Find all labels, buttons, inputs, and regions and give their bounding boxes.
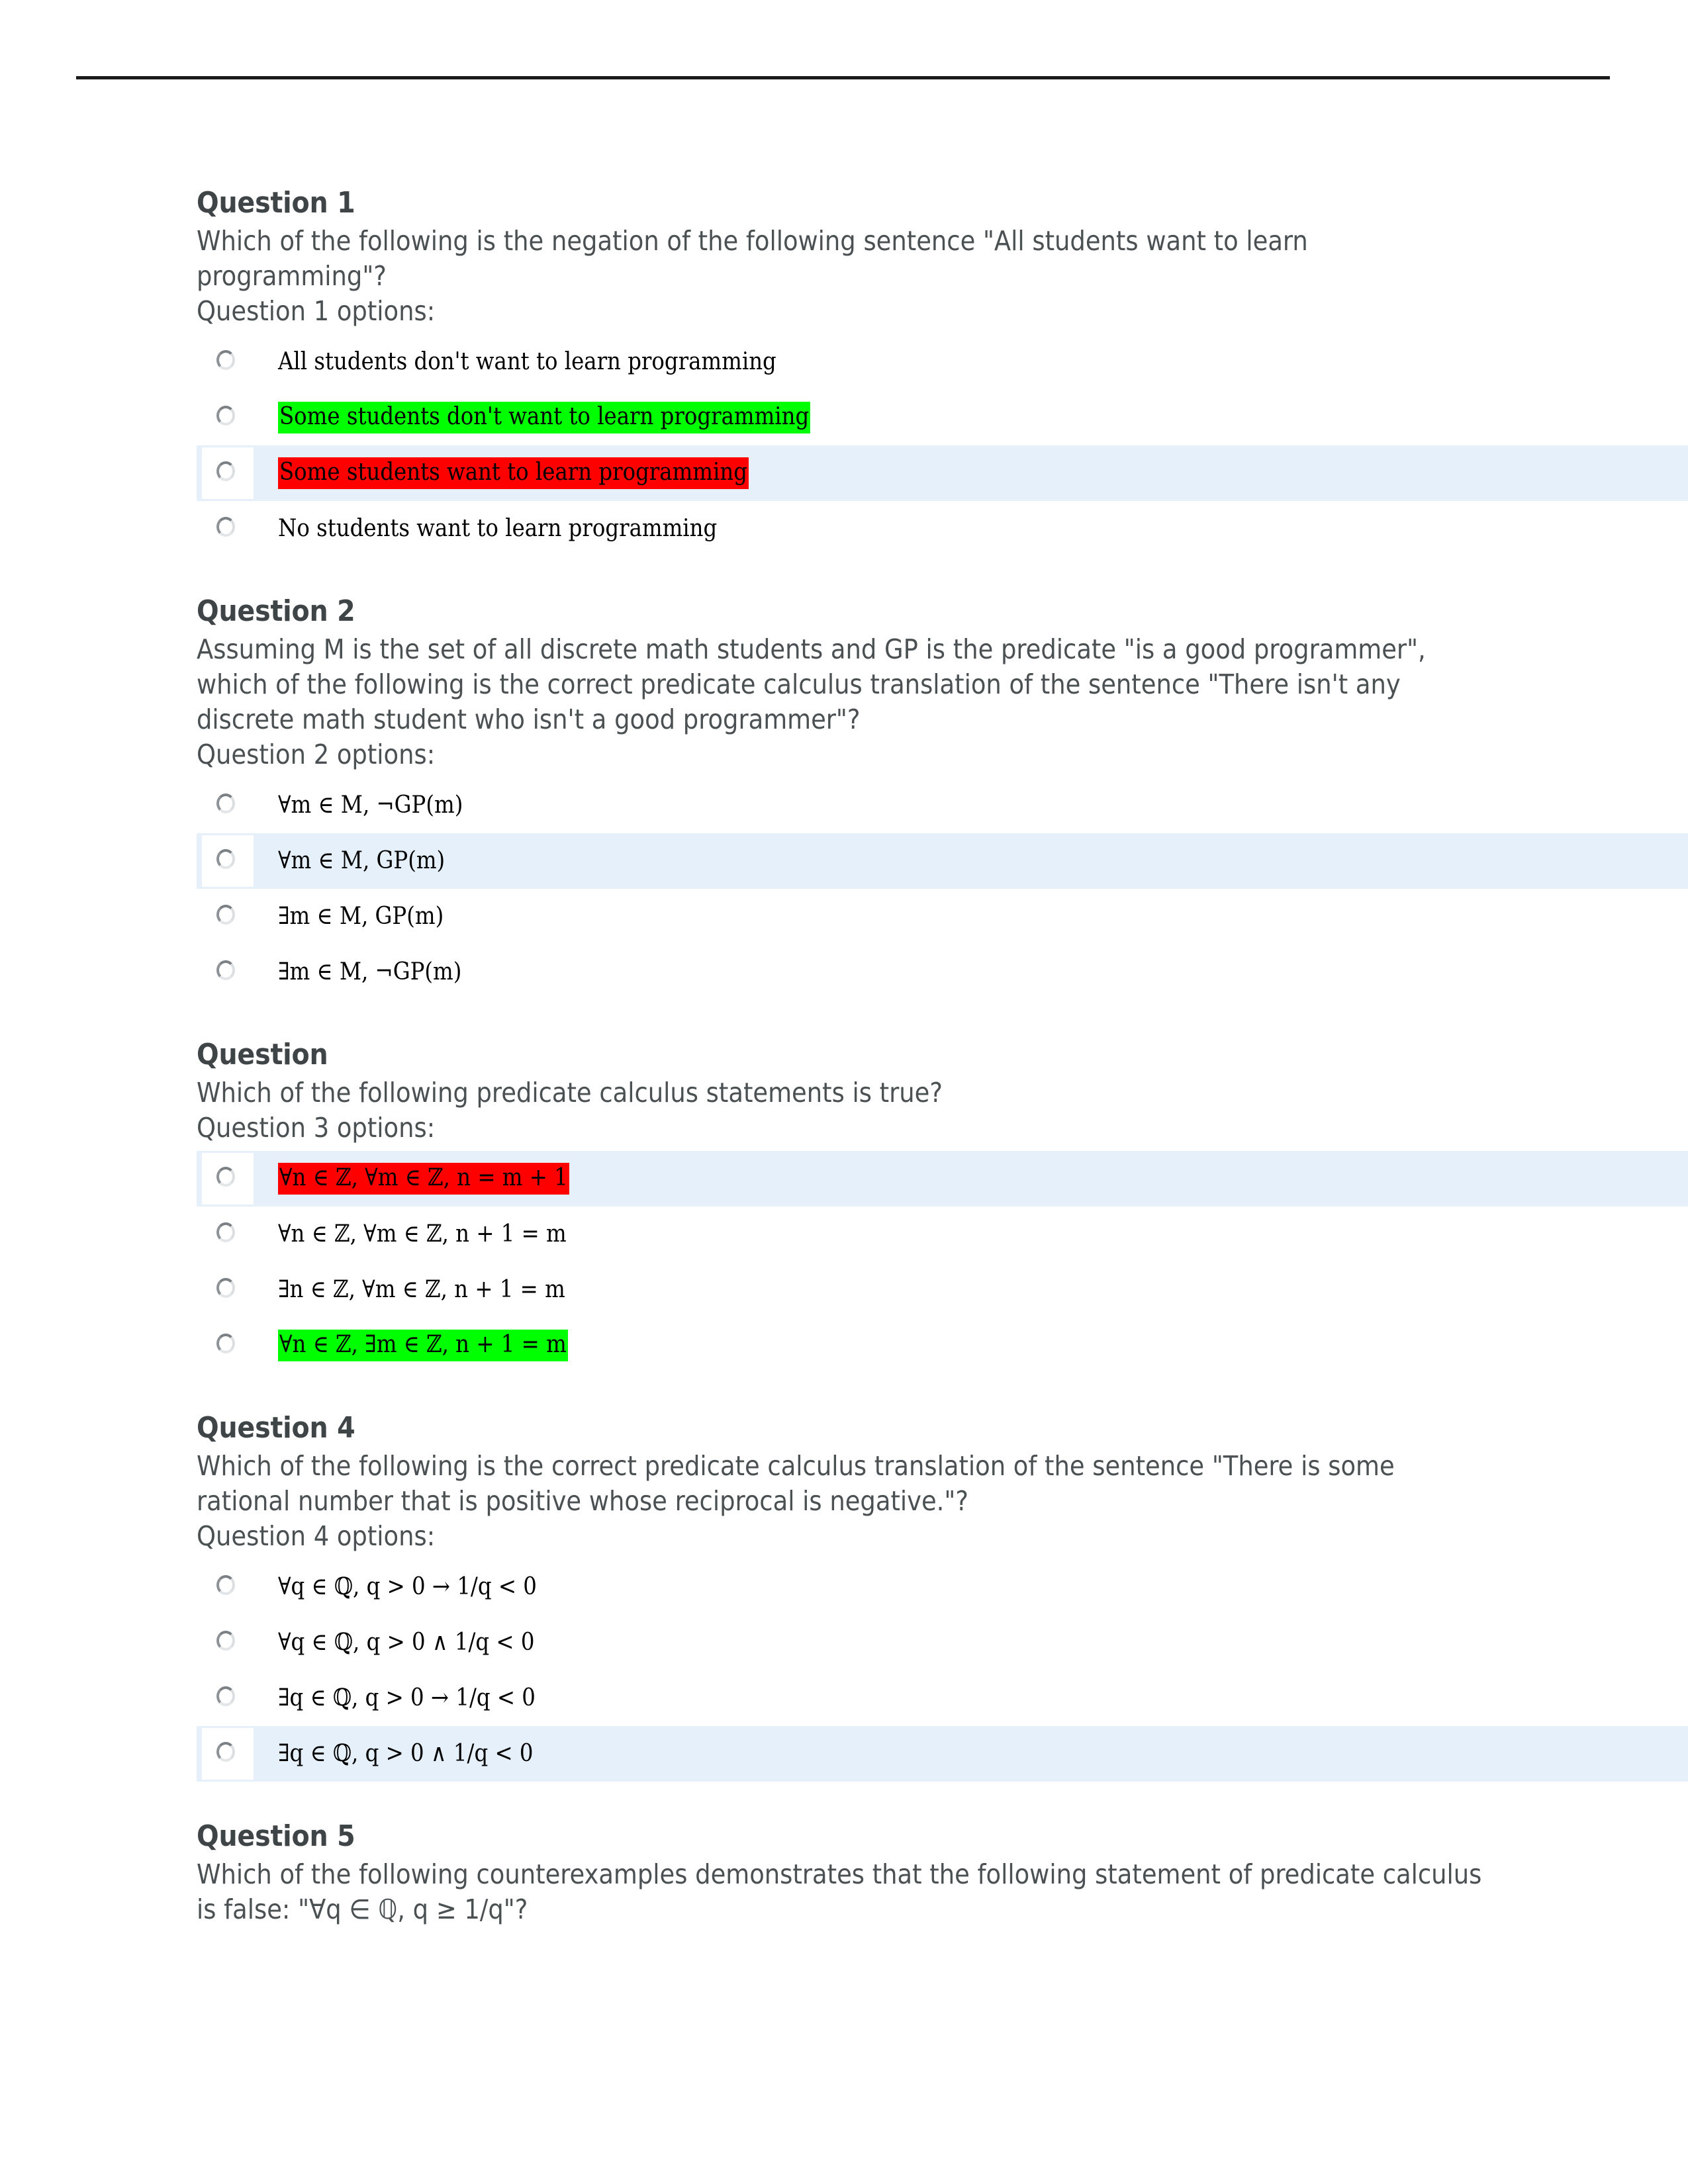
- radio-button-icon[interactable]: [216, 461, 235, 481]
- option-group: ∀q ∈ ℚ, q > 0 → 1/q < 0 ∀q ∈ ℚ, q > 0 ∧ 1…: [197, 1559, 1688, 1782]
- option-row[interactable]: ∃m ∈ M, ¬GP(m): [197, 944, 1688, 1000]
- question-block: Question 5 Which of the following counter…: [197, 1819, 1688, 1964]
- radio-button-icon[interactable]: [216, 1167, 235, 1187]
- option-label: ∃m ∈ M, GP(m): [278, 903, 444, 930]
- option-row[interactable]: ∀m ∈ M, GP(m): [197, 833, 1688, 889]
- option-label: ∃q ∈ ℚ, q > 0 → 1/q < 0: [278, 1684, 536, 1711]
- radio-button-icon[interactable]: [216, 849, 235, 869]
- question-options-label: Question 2 options:: [197, 739, 436, 770]
- radio-button-icon[interactable]: [216, 1278, 235, 1298]
- question-block: Question 2 Assuming M is the set of all d…: [197, 594, 1688, 1037]
- option-group: ∀m ∈ M, ¬GP(m) ∀m ∈ M, GP(m) ∃m ∈ M, GP(m)…: [197, 778, 1688, 1000]
- question-list: Question 1 Which of the following is the …: [197, 185, 1688, 1964]
- radio-button-icon[interactable]: [216, 406, 235, 426]
- option-label: ∀q ∈ ℚ, q > 0 ∧ 1/q < 0: [278, 1629, 535, 1656]
- question-title: Question: [197, 1038, 328, 1071]
- question-block: Question Which of the following predicate…: [197, 1037, 1688, 1410]
- question-text: Which of the following is the correct pr…: [197, 1450, 1395, 1517]
- radio-button-icon[interactable]: [216, 1222, 235, 1242]
- option-row[interactable]: Some students want to learn programming: [197, 445, 1688, 501]
- radio-button-icon[interactable]: [216, 905, 235, 925]
- radio-button-icon[interactable]: [216, 350, 235, 370]
- question-block: Question 4 Which of the following is the …: [197, 1410, 1688, 1819]
- question-title: Question 1: [197, 186, 355, 220]
- radio-button-icon[interactable]: [216, 1334, 235, 1353]
- text-highlight-red: ∀n ∈ ℤ, ∀m ∈ ℤ, n = m + 1: [278, 1163, 569, 1195]
- option-label: ∃m ∈ M, ¬GP(m): [278, 958, 462, 985]
- radio-button-icon[interactable]: [216, 960, 235, 980]
- option-row[interactable]: ∃m ∈ M, GP(m): [197, 889, 1688, 944]
- option-row[interactable]: Some students don't want to learn progra…: [197, 390, 1688, 445]
- radio-button-icon[interactable]: [216, 1742, 235, 1762]
- option-label: ∀n ∈ ℤ, ∀m ∈ ℤ, n + 1 = m: [278, 1220, 567, 1248]
- option-group: ∀n ∈ ℤ, ∀m ∈ ℤ, n = m + 1 ∀n ∈ ℤ, ∀m ∈ ℤ,…: [197, 1151, 1688, 1373]
- question-title: Question 5: [197, 1819, 355, 1853]
- option-row[interactable]: ∃q ∈ ℚ, q > 0 ∧ 1/q < 0: [197, 1726, 1688, 1782]
- question-text: Which of the following predicate calculu…: [197, 1077, 943, 1109]
- radio-button-icon[interactable]: [216, 1686, 235, 1706]
- option-label: ∀n ∈ ℤ, ∃m ∈ ℤ, n + 1 = m: [278, 1318, 568, 1373]
- radio-button-icon[interactable]: [216, 1631, 235, 1651]
- option-row[interactable]: ∀n ∈ ℤ, ∀m ∈ ℤ, n + 1 = m: [197, 1206, 1688, 1262]
- option-label: Some students want to learn programming: [278, 445, 749, 501]
- option-label: ∀m ∈ M, ¬GP(m): [278, 792, 463, 819]
- question-options-label: Question 4 options:: [197, 1520, 436, 1552]
- option-row[interactable]: ∃q ∈ ℚ, q > 0 → 1/q < 0: [197, 1670, 1688, 1726]
- question-text: Which of the following counterexamples d…: [197, 1858, 1482, 1925]
- radio-button-icon[interactable]: [216, 517, 235, 537]
- option-row[interactable]: ∀m ∈ M, ¬GP(m): [197, 778, 1688, 833]
- option-label: ∃q ∈ ℚ, q > 0 ∧ 1/q < 0: [278, 1740, 534, 1767]
- radio-button-icon[interactable]: [216, 1575, 235, 1595]
- option-row[interactable]: ∀q ∈ ℚ, q > 0 ∧ 1/q < 0: [197, 1615, 1688, 1670]
- option-label: Some students don't want to learn progra…: [278, 390, 811, 445]
- option-label: ∀m ∈ M, GP(m): [278, 847, 445, 874]
- option-row[interactable]: All students don't want to learn program…: [197, 334, 1688, 390]
- option-group: All students don't want to learn program…: [197, 334, 1688, 557]
- text-highlight-red: Some students want to learn programming: [278, 457, 749, 489]
- question-text: Which of the following is the negation o…: [197, 225, 1308, 292]
- option-row[interactable]: ∀n ∈ ℤ, ∀m ∈ ℤ, n = m + 1: [197, 1151, 1688, 1206]
- option-label: No students want to learn programming: [278, 515, 718, 542]
- text-highlight-green: Some students don't want to learn progra…: [278, 402, 811, 433]
- option-label: ∃n ∈ ℤ, ∀m ∈ ℤ, n + 1 = m: [278, 1276, 565, 1303]
- option-row[interactable]: ∃n ∈ ℤ, ∀m ∈ ℤ, n + 1 = m: [197, 1262, 1688, 1318]
- question-options-label: Question 3 options:: [197, 1112, 436, 1144]
- text-highlight-green: ∀n ∈ ℤ, ∃m ∈ ℤ, n + 1 = m: [278, 1330, 568, 1361]
- option-label: All students don't want to learn program…: [278, 348, 776, 375]
- option-row[interactable]: ∀n ∈ ℤ, ∃m ∈ ℤ, n + 1 = m: [197, 1318, 1688, 1373]
- radio-button-icon[interactable]: [216, 794, 235, 813]
- option-row[interactable]: No students want to learn programming: [197, 501, 1688, 557]
- question-block: Question 1 Which of the following is the …: [197, 185, 1688, 594]
- option-label: ∀q ∈ ℚ, q > 0 → 1/q < 0: [278, 1573, 537, 1600]
- question-title: Question 4: [197, 1411, 355, 1445]
- question-title: Question 2: [197, 594, 355, 628]
- question-options-label: Question 1 options:: [197, 295, 436, 327]
- option-label: ∀n ∈ ℤ, ∀m ∈ ℤ, n = m + 1: [278, 1151, 569, 1206]
- option-row[interactable]: ∀q ∈ ℚ, q > 0 → 1/q < 0: [197, 1559, 1688, 1615]
- header-divider: [76, 76, 1610, 79]
- question-text: Assuming M is the set of all discrete ma…: [197, 633, 1426, 735]
